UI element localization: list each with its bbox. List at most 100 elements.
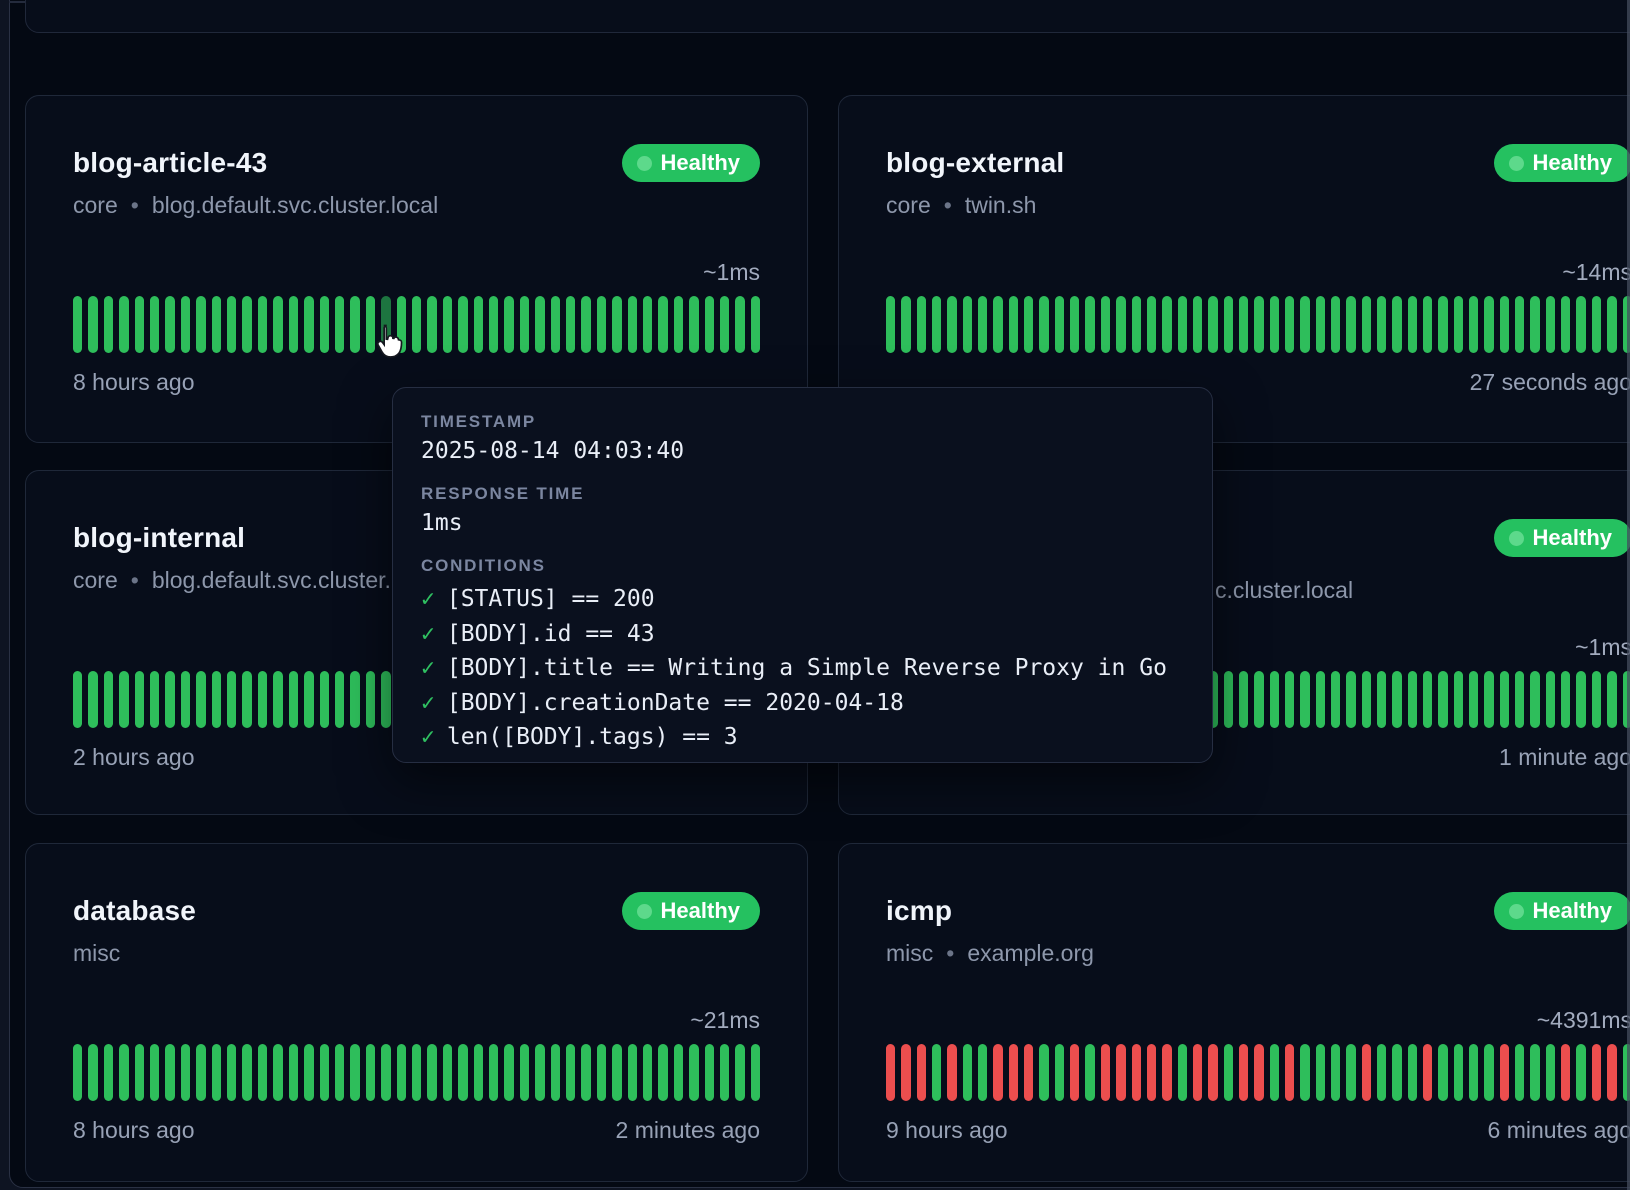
status-bar[interactable] (427, 296, 436, 353)
status-bar[interactable] (1607, 671, 1616, 728)
status-bar[interactable] (273, 1044, 282, 1101)
status-bar[interactable] (1607, 1044, 1616, 1101)
status-bar[interactable] (535, 296, 544, 353)
status-bar[interactable] (1224, 1044, 1233, 1101)
status-bar[interactable] (304, 1044, 313, 1101)
status-bar[interactable] (1055, 296, 1064, 353)
status-bar[interactable] (1101, 1044, 1110, 1101)
status-bar[interactable] (1377, 1044, 1386, 1101)
status-bar[interactable] (73, 296, 82, 353)
status-bar[interactable] (242, 1044, 251, 1101)
status-bar[interactable] (1270, 671, 1279, 728)
scrollbar[interactable] (1627, 0, 1630, 1190)
status-bar[interactable] (73, 671, 82, 728)
status-bar[interactable] (104, 1044, 113, 1101)
status-bar[interactable] (489, 1044, 498, 1101)
status-bar[interactable] (135, 1044, 144, 1101)
status-bar[interactable] (119, 1044, 128, 1101)
status-bar[interactable] (1454, 671, 1463, 728)
status-bar[interactable] (901, 296, 910, 353)
status-bar[interactable] (350, 1044, 359, 1101)
status-bar[interactable] (735, 1044, 744, 1101)
status-bar[interactable] (643, 296, 652, 353)
status-bar[interactable] (1162, 1044, 1171, 1101)
status-bar[interactable] (597, 1044, 606, 1101)
status-bar[interactable] (1270, 296, 1279, 353)
status-bar[interactable] (1592, 1044, 1601, 1101)
status-bar[interactable] (1147, 1044, 1156, 1101)
status-bar[interactable] (458, 296, 467, 353)
status-bar[interactable] (335, 296, 344, 353)
status-bar[interactable] (88, 296, 97, 353)
status-bar[interactable] (705, 296, 714, 353)
status-bar[interactable] (1362, 296, 1371, 353)
status-bar[interactable] (1316, 1044, 1325, 1101)
status-bar[interactable] (1085, 296, 1094, 353)
status-bar[interactable] (566, 1044, 575, 1101)
status-bar[interactable] (1070, 296, 1079, 353)
status-bar[interactable] (1239, 1044, 1248, 1101)
status-bar[interactable] (963, 296, 972, 353)
status-bar[interactable] (551, 296, 560, 353)
status-bar[interactable] (658, 1044, 667, 1101)
status-bar[interactable] (978, 1044, 987, 1101)
status-bar[interactable] (1070, 1044, 1079, 1101)
status-bar[interactable] (165, 1044, 174, 1101)
status-bar[interactable] (581, 1044, 590, 1101)
status-bar[interactable] (320, 296, 329, 353)
status-bar[interactable] (1423, 296, 1432, 353)
status-bar[interactable] (104, 296, 113, 353)
status-bar[interactable] (1546, 1044, 1555, 1101)
status-bar[interactable] (458, 1044, 467, 1101)
status-bar[interactable] (289, 296, 298, 353)
status-bar[interactable] (135, 296, 144, 353)
status-bar[interactable] (1285, 671, 1294, 728)
status-bar[interactable] (917, 1044, 926, 1101)
status-bar[interactable] (1546, 671, 1555, 728)
status-bar[interactable] (1285, 296, 1294, 353)
status-bar[interactable] (1592, 296, 1601, 353)
status-bar[interactable] (1469, 296, 1478, 353)
status-bar[interactable] (1515, 296, 1524, 353)
status-bar[interactable] (1193, 296, 1202, 353)
status-bar[interactable] (612, 296, 621, 353)
status-bar[interactable] (150, 1044, 159, 1101)
status-bar[interactable] (366, 671, 375, 728)
status-bar[interactable] (474, 1044, 483, 1101)
status-bar[interactable] (1254, 1044, 1263, 1101)
service-card-icmp[interactable]: icmp Healthy misc • example.org ~4391ms … (838, 843, 1630, 1182)
status-bar[interactable] (1500, 671, 1509, 728)
service-card-database[interactable]: database Healthy misc • ~21ms 8 hours ag… (25, 843, 808, 1182)
status-bar[interactable] (1561, 671, 1570, 728)
status-bar[interactable] (1101, 296, 1110, 353)
status-bar[interactable] (674, 296, 683, 353)
status-bar[interactable] (1546, 296, 1555, 353)
status-bar[interactable] (474, 296, 483, 353)
status-bar[interactable] (1561, 296, 1570, 353)
status-bar[interactable] (1500, 1044, 1509, 1101)
status-bar[interactable] (1162, 296, 1171, 353)
status-bar[interactable] (751, 1044, 760, 1101)
status-bar[interactable] (1039, 296, 1048, 353)
status-bar[interactable] (1408, 296, 1417, 353)
status-bar[interactable] (212, 296, 221, 353)
status-bar[interactable] (1039, 1044, 1048, 1101)
status-bar[interactable] (1377, 671, 1386, 728)
status-bar[interactable] (1484, 296, 1493, 353)
status-bar[interactable] (135, 671, 144, 728)
status-bar[interactable] (412, 296, 421, 353)
status-bar[interactable] (1515, 671, 1524, 728)
status-bar[interactable] (366, 1044, 375, 1101)
status-bar[interactable] (1346, 1044, 1355, 1101)
status-bar[interactable] (1331, 296, 1340, 353)
status-bar[interactable] (1561, 1044, 1570, 1101)
status-bar[interactable] (1254, 671, 1263, 728)
status-bar[interactable] (1469, 671, 1478, 728)
status-bar[interactable] (1377, 296, 1386, 353)
status-bar[interactable] (196, 1044, 205, 1101)
status-bar[interactable] (1208, 296, 1217, 353)
status-bar[interactable] (227, 296, 236, 353)
status-bar[interactable] (520, 1044, 529, 1101)
status-bar[interactable] (196, 296, 205, 353)
status-bar[interactable] (289, 671, 298, 728)
